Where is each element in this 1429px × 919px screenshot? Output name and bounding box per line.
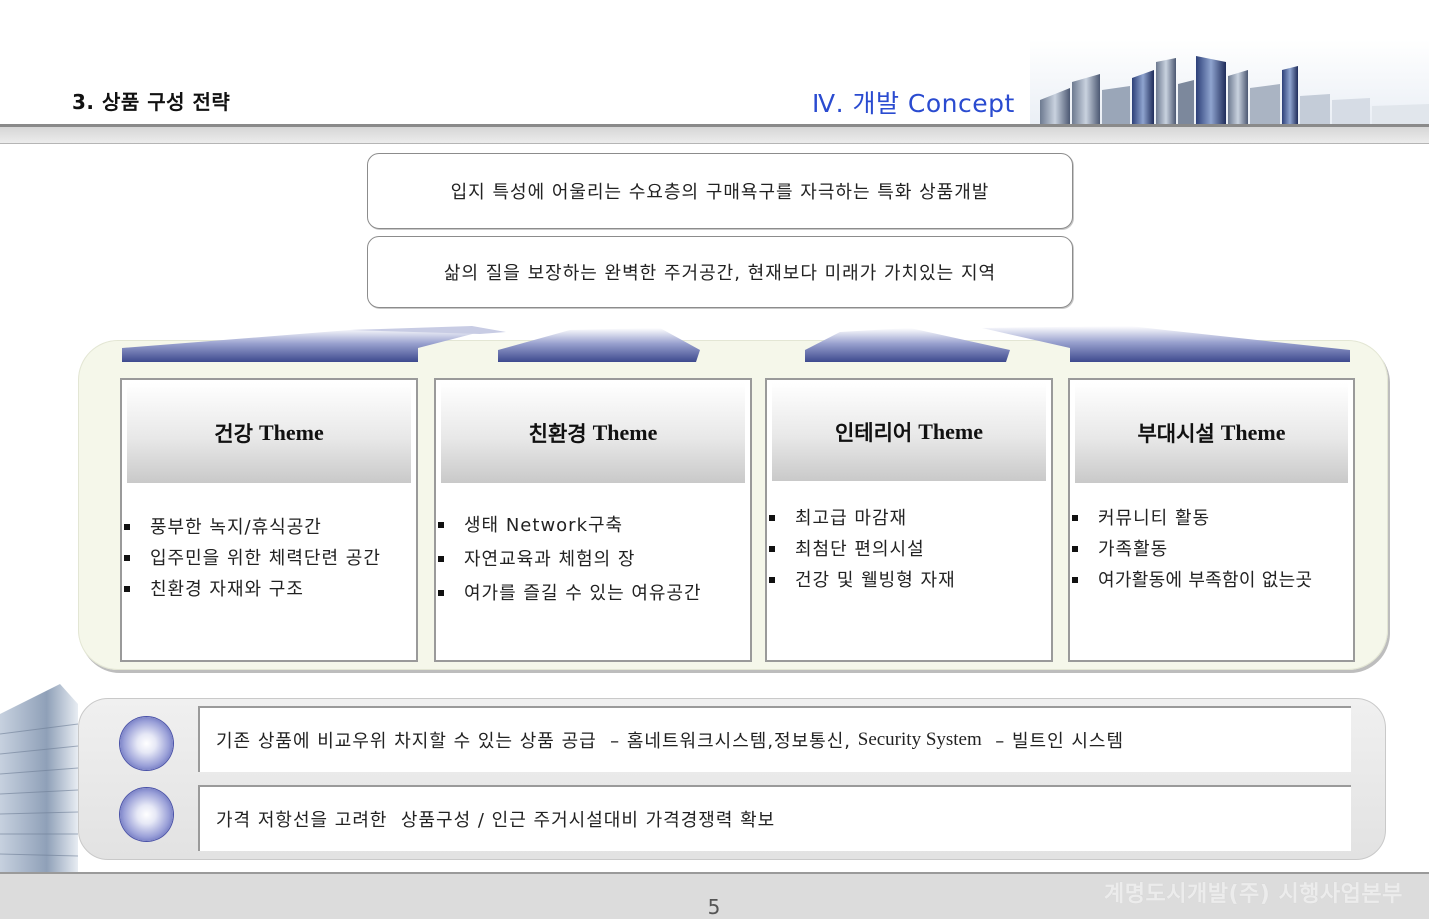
list-item: 입주민을 위한 체력단련 공간 (122, 543, 416, 574)
upward-arrows (122, 326, 1350, 362)
skyline-illustration (1030, 40, 1429, 128)
arrow-right (982, 326, 1350, 362)
theme-card-health: 건강 Theme 풍부한 녹지/휴식공간 입주민을 위한 체력단련 공간 친환경… (120, 378, 418, 662)
list-item: 풍부한 녹지/휴식공간 (122, 512, 416, 543)
theme-card-header: 건강 Theme (127, 383, 411, 483)
strategy-text-tail: – 빌트인 시스템 (981, 731, 1125, 752)
theme-title: 친환경 (528, 422, 587, 446)
theme-item-list: 풍부한 녹지/휴식공간 입주민을 위한 체력단련 공간 친환경 자재와 구조 (122, 512, 416, 605)
arrow-center-left (498, 328, 700, 362)
bullet-orb-icon (120, 788, 173, 841)
strategy-text: 기존 상품에 비교우위 차지할 수 있는 상품 공급 – 홈네트워크시스템,정보… (216, 731, 858, 752)
theme-card-interior: 인테리어 Theme 최고급 마감재 최첨단 편의시설 건강 및 웰빙형 자재 (765, 378, 1053, 662)
list-item: 최고급 마감재 (767, 503, 1051, 534)
building-illustration (0, 684, 79, 874)
theme-item-list: 커뮤니티 활동 가족활동 여가활동에 부족함이 없는곳 (1070, 503, 1353, 596)
bullet-orb-icon (120, 717, 173, 770)
list-item: 가족활동 (1070, 534, 1353, 565)
page-number: 5 (707, 895, 721, 919)
list-item: 최첨단 편의시설 (767, 534, 1051, 565)
theme-card-facilities: 부대시설 Theme 커뮤니티 활동 가족활동 여가활동에 부족함이 없는곳 (1068, 378, 1355, 662)
strategy-bar-product: 기존 상품에 비교우위 차지할 수 있는 상품 공급 – 홈네트워크시스템,정보… (198, 706, 1351, 772)
arrow-center-right (805, 328, 1010, 362)
theme-card-header: 인테리어 Theme (772, 383, 1046, 481)
theme-card-header: 부대시설 Theme (1075, 383, 1348, 483)
theme-title-suffix: Theme (918, 419, 984, 444)
goal-box-secondary: 삶의 질을 보장하는 완벽한 주거공간, 현재보다 미래가 가치있는 지역 (367, 236, 1073, 308)
theme-card-header: 친환경 Theme (441, 383, 745, 483)
strategy-text: 가격 저항선을 고려한 상품구성 / 인근 주거시설대비 가격경쟁력 확보 (216, 810, 776, 831)
chapter-title: Ⅳ. 개발 Concept (812, 89, 1015, 118)
theme-title: 인테리어 (834, 421, 913, 445)
section-title: 3. 상품 구성 전략 (72, 90, 231, 114)
theme-item-list: 생태 Network구축 자연교육과 체험의 장 여가를 즐길 수 있는 여유공… (436, 510, 750, 609)
header-divider-lower (0, 143, 1429, 144)
theme-title-suffix: Theme (1220, 420, 1286, 445)
list-item: 커뮤니티 활동 (1070, 503, 1353, 534)
theme-title: 부대시설 (1137, 422, 1215, 446)
theme-card-eco: 친환경 Theme 생태 Network구축 자연교육과 체험의 장 여가를 즐… (434, 378, 752, 662)
list-item: 생태 Network구축 (436, 510, 750, 541)
header-band (0, 127, 1429, 143)
list-item: 친환경 자재와 구조 (122, 574, 416, 605)
list-item: 자연교육과 체험의 장 (436, 544, 750, 575)
strategy-bar-price: 가격 저항선을 고려한 상품구성 / 인근 주거시설대비 가격경쟁력 확보 (198, 785, 1351, 851)
goal-box-primary: 입지 특성에 어울리는 수요층의 구매욕구를 자극하는 특화 상품개발 (367, 153, 1073, 229)
theme-title-suffix: Theme (258, 420, 324, 445)
theme-item-list: 최고급 마감재 최첨단 편의시설 건강 및 웰빙형 자재 (767, 503, 1051, 596)
arrow-left (122, 326, 506, 362)
company-watermark: 계명도시개발(주) 시행사업본부 (1104, 882, 1403, 907)
theme-title-suffix: Theme (592, 420, 658, 445)
strategy-text-english: Security System (857, 729, 982, 750)
list-item: 건강 및 웰빙형 자재 (767, 565, 1051, 596)
list-item: 여가를 즐길 수 있는 여유공간 (436, 578, 750, 609)
theme-title: 건강 (214, 422, 253, 446)
list-item: 여가활동에 부족함이 없는곳 (1070, 565, 1353, 596)
